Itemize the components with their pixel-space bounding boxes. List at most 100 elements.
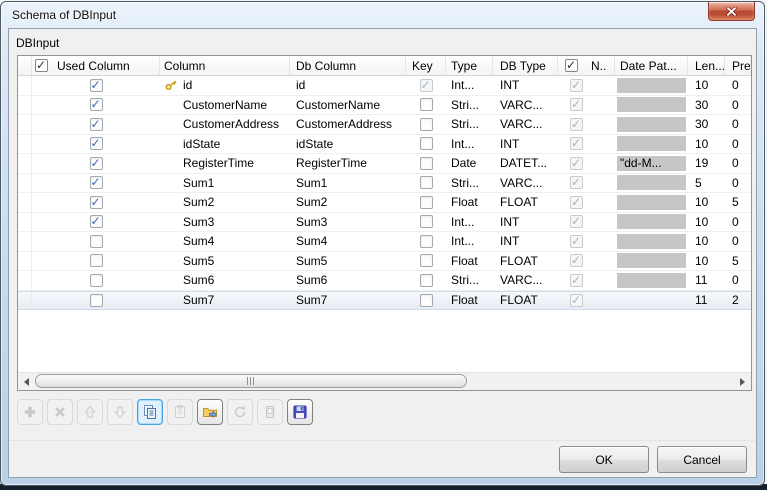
date-pattern-value[interactable] — [617, 117, 686, 132]
key-checkbox[interactable] — [420, 294, 433, 307]
scroll-right-button[interactable] — [734, 373, 751, 390]
key-checkbox[interactable] — [420, 274, 433, 287]
scrollbar-thumb[interactable] — [35, 374, 467, 388]
nullable-cell — [558, 271, 615, 290]
used-checkbox[interactable] — [90, 274, 103, 287]
date-pattern-value[interactable] — [617, 195, 686, 210]
nullable-checkbox[interactable] — [570, 254, 583, 267]
used-checkbox[interactable] — [90, 118, 103, 131]
table-row[interactable]: Sum4Sum4Int...INT100 — [18, 232, 751, 252]
export-button[interactable] — [197, 399, 223, 425]
date-pattern-value[interactable] — [617, 78, 686, 93]
nullable-checkbox[interactable] — [570, 157, 583, 170]
db-column-cell: Sum2 — [290, 193, 406, 212]
table-body: ididInt...INT100CustomerNameCustomerName… — [18, 76, 751, 310]
header-precision: Pre... — [725, 56, 751, 75]
header-db-column: Db Column — [290, 56, 406, 75]
used-checkbox[interactable] — [90, 98, 103, 111]
header-type-label: Type — [451, 59, 477, 73]
table-row[interactable]: Sum2Sum2FloatFLOAT105 — [18, 193, 751, 213]
table-row[interactable]: CustomerNameCustomerNameStri...VARC...30… — [18, 96, 751, 116]
used-checkbox[interactable] — [90, 137, 103, 150]
move-down-button[interactable] — [107, 399, 133, 425]
add-button[interactable] — [17, 399, 43, 425]
table-row[interactable]: Sum7Sum7FloatFLOAT112 — [18, 291, 751, 311]
key-checkbox[interactable] — [420, 98, 433, 111]
date-pattern-cell — [615, 271, 688, 290]
nullable-checkbox[interactable] — [570, 79, 583, 92]
nullable-cell — [558, 292, 615, 310]
used-checkbox[interactable] — [90, 254, 103, 267]
titlebar[interactable]: Schema of DBInput — [1, 2, 764, 28]
used-checkbox[interactable] — [90, 215, 103, 228]
used-checkbox[interactable] — [90, 157, 103, 170]
key-checkbox[interactable] — [420, 118, 433, 131]
table-row[interactable]: Sum6Sum6Stri...VARC...110 — [18, 271, 751, 291]
copy-button[interactable] — [137, 399, 163, 425]
nullable-checkbox[interactable] — [570, 235, 583, 248]
refresh-button[interactable] — [227, 399, 253, 425]
date-pattern-value[interactable] — [617, 273, 686, 288]
used-checkbox[interactable] — [90, 294, 103, 307]
date-pattern-value[interactable] — [617, 293, 686, 308]
used-checkbox[interactable] — [90, 235, 103, 248]
table-row[interactable]: idStateidStateInt...INT100 — [18, 135, 751, 155]
date-pattern-value[interactable] — [617, 253, 686, 268]
nullable-all-checkbox[interactable] — [565, 59, 578, 72]
select-all-checkbox[interactable] — [35, 59, 48, 72]
precision-cell: 0 — [725, 115, 751, 134]
nullable-checkbox[interactable] — [570, 294, 583, 307]
horizontal-scrollbar[interactable] — [18, 372, 751, 390]
schema-table: Used Column Column Db Column Key Type DB… — [17, 55, 752, 391]
table-row[interactable]: CustomerAddressCustomerAddressStri...VAR… — [18, 115, 751, 135]
paste-button[interactable] — [167, 399, 193, 425]
nullable-checkbox[interactable] — [570, 215, 583, 228]
used-checkbox[interactable] — [90, 79, 103, 92]
key-checkbox[interactable] — [420, 254, 433, 267]
date-pattern-cell — [615, 115, 688, 134]
key-checkbox[interactable] — [420, 215, 433, 228]
table-row[interactable]: Sum3Sum3Int...INT100 — [18, 213, 751, 233]
table-row[interactable]: ididInt...INT100 — [18, 76, 751, 96]
close-button[interactable] — [708, 2, 755, 21]
scroll-left-button[interactable] — [18, 373, 35, 390]
date-pattern-value[interactable] — [617, 136, 686, 151]
precision-cell: 0 — [725, 271, 751, 290]
key-checkbox[interactable] — [420, 157, 433, 170]
table-row[interactable]: Sum1Sum1Stri...VARC...50 — [18, 174, 751, 194]
db-type-cell: FLOAT — [493, 252, 558, 271]
used-checkbox[interactable] — [90, 176, 103, 189]
header-length-label: Len... — [695, 59, 725, 73]
key-checkbox[interactable] — [420, 196, 433, 209]
nullable-checkbox[interactable] — [570, 196, 583, 209]
cancel-button[interactable]: Cancel — [657, 446, 747, 473]
nullable-checkbox[interactable] — [570, 274, 583, 287]
nullable-checkbox[interactable] — [570, 118, 583, 131]
date-pattern-value[interactable] — [617, 234, 686, 249]
key-checkbox[interactable] — [420, 137, 433, 150]
ok-button[interactable]: OK — [559, 446, 649, 473]
date-pattern-value[interactable] — [617, 97, 686, 112]
date-pattern-value[interactable] — [617, 214, 686, 229]
table-row[interactable]: RegisterTimeRegisterTimeDateDATET..."dd-… — [18, 154, 751, 174]
key-checkbox[interactable] — [420, 176, 433, 189]
nullable-checkbox[interactable] — [570, 137, 583, 150]
key-cell — [406, 292, 446, 310]
move-up-button[interactable] — [77, 399, 103, 425]
table-row[interactable]: Sum5Sum5FloatFLOAT105 — [18, 252, 751, 272]
row-handle-cell — [18, 292, 32, 310]
used-checkbox[interactable] — [90, 196, 103, 209]
date-pattern-value[interactable]: "dd-M... — [617, 156, 686, 171]
row-handle-cell — [18, 96, 32, 115]
nullable-checkbox[interactable] — [570, 176, 583, 189]
reset-db-types-button[interactable] — [257, 399, 283, 425]
column-name: Sum7 — [183, 293, 214, 307]
db-column-cell: Sum1 — [290, 174, 406, 193]
date-pattern-value[interactable] — [617, 175, 686, 190]
key-checkbox[interactable] — [420, 235, 433, 248]
save-button[interactable] — [287, 399, 313, 425]
key-checkbox[interactable] — [420, 79, 433, 92]
remove-button[interactable] — [47, 399, 73, 425]
nullable-checkbox[interactable] — [570, 98, 583, 111]
arrow-up-icon — [82, 404, 98, 420]
